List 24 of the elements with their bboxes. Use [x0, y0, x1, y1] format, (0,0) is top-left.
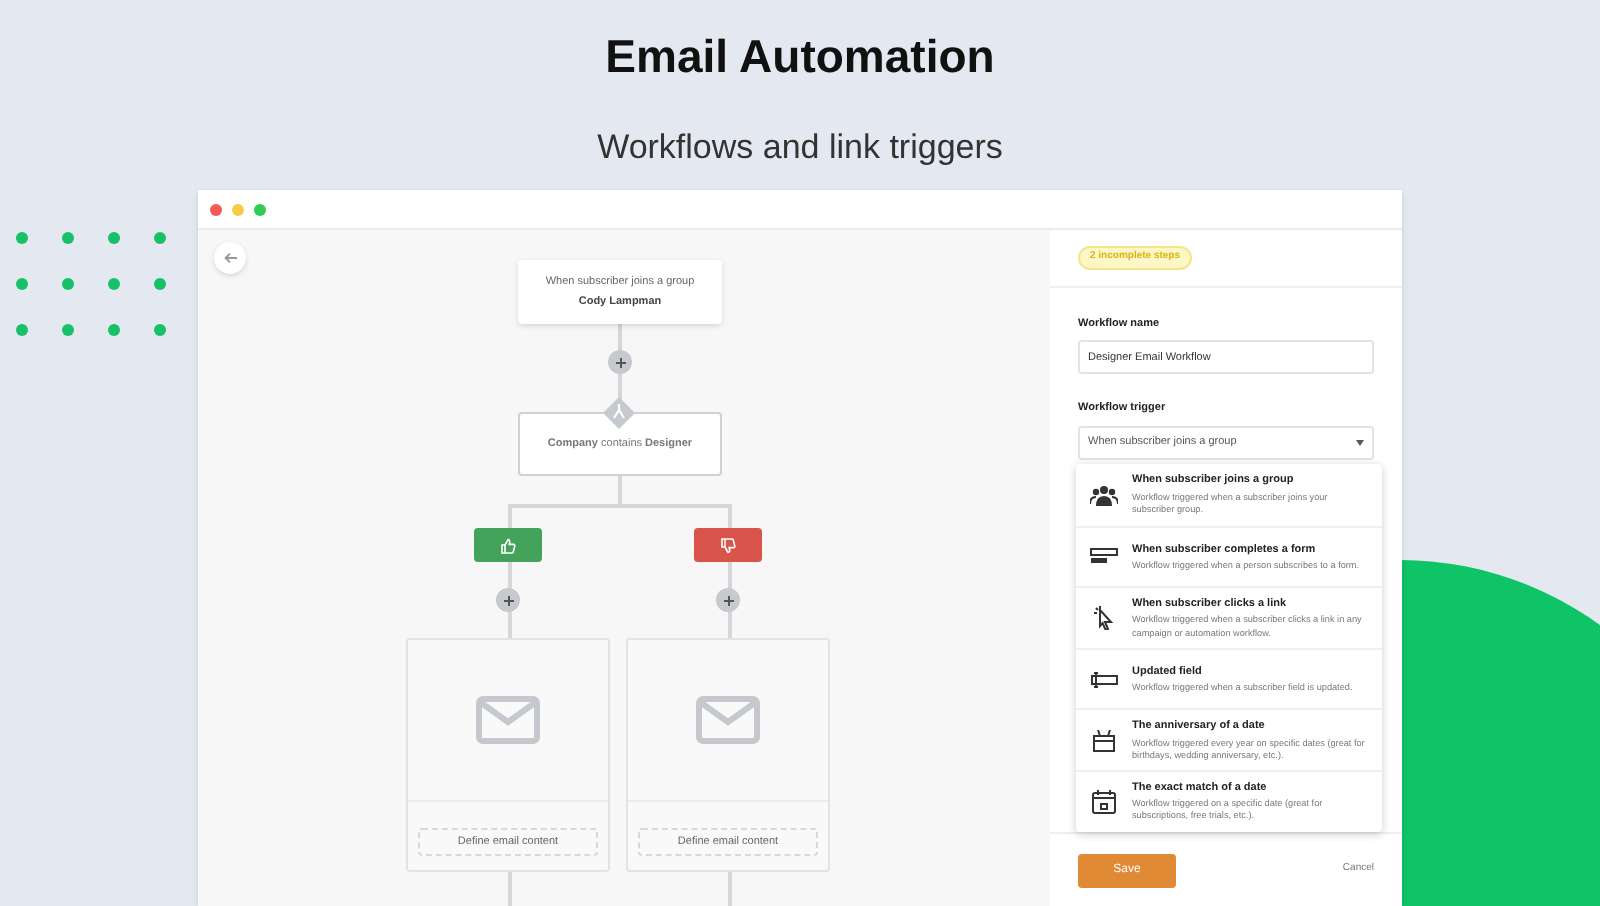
back-button[interactable] — [214, 242, 246, 274]
page-title: Email Automation — [605, 28, 995, 86]
form-field-icon — [1090, 548, 1118, 565]
envelope-icon — [696, 696, 760, 744]
plus-icon — [615, 357, 625, 367]
plus-icon — [503, 595, 513, 605]
text-field-icon — [1090, 671, 1118, 688]
people-icon — [1090, 483, 1118, 506]
add-step-button[interactable] — [716, 588, 740, 612]
add-step-button[interactable] — [608, 350, 632, 374]
calendar-icon — [1092, 789, 1116, 814]
gift-box-icon — [1092, 728, 1116, 753]
envelope-icon — [476, 696, 540, 744]
plus-icon — [723, 595, 733, 605]
add-step-button[interactable] — [496, 588, 520, 612]
yes-branch-button[interactable] — [474, 528, 542, 562]
no-branch-button[interactable] — [694, 528, 762, 562]
split-diamond-icon — [602, 396, 636, 430]
caret-icon — [1356, 439, 1364, 445]
left-arrow-icon — [223, 252, 237, 264]
thumbs-down-icon — [720, 537, 736, 553]
page-subtitle: Workflows and link triggers — [597, 125, 1003, 169]
cursor-icon — [1094, 605, 1114, 630]
thumbs-up-icon — [500, 537, 516, 553]
